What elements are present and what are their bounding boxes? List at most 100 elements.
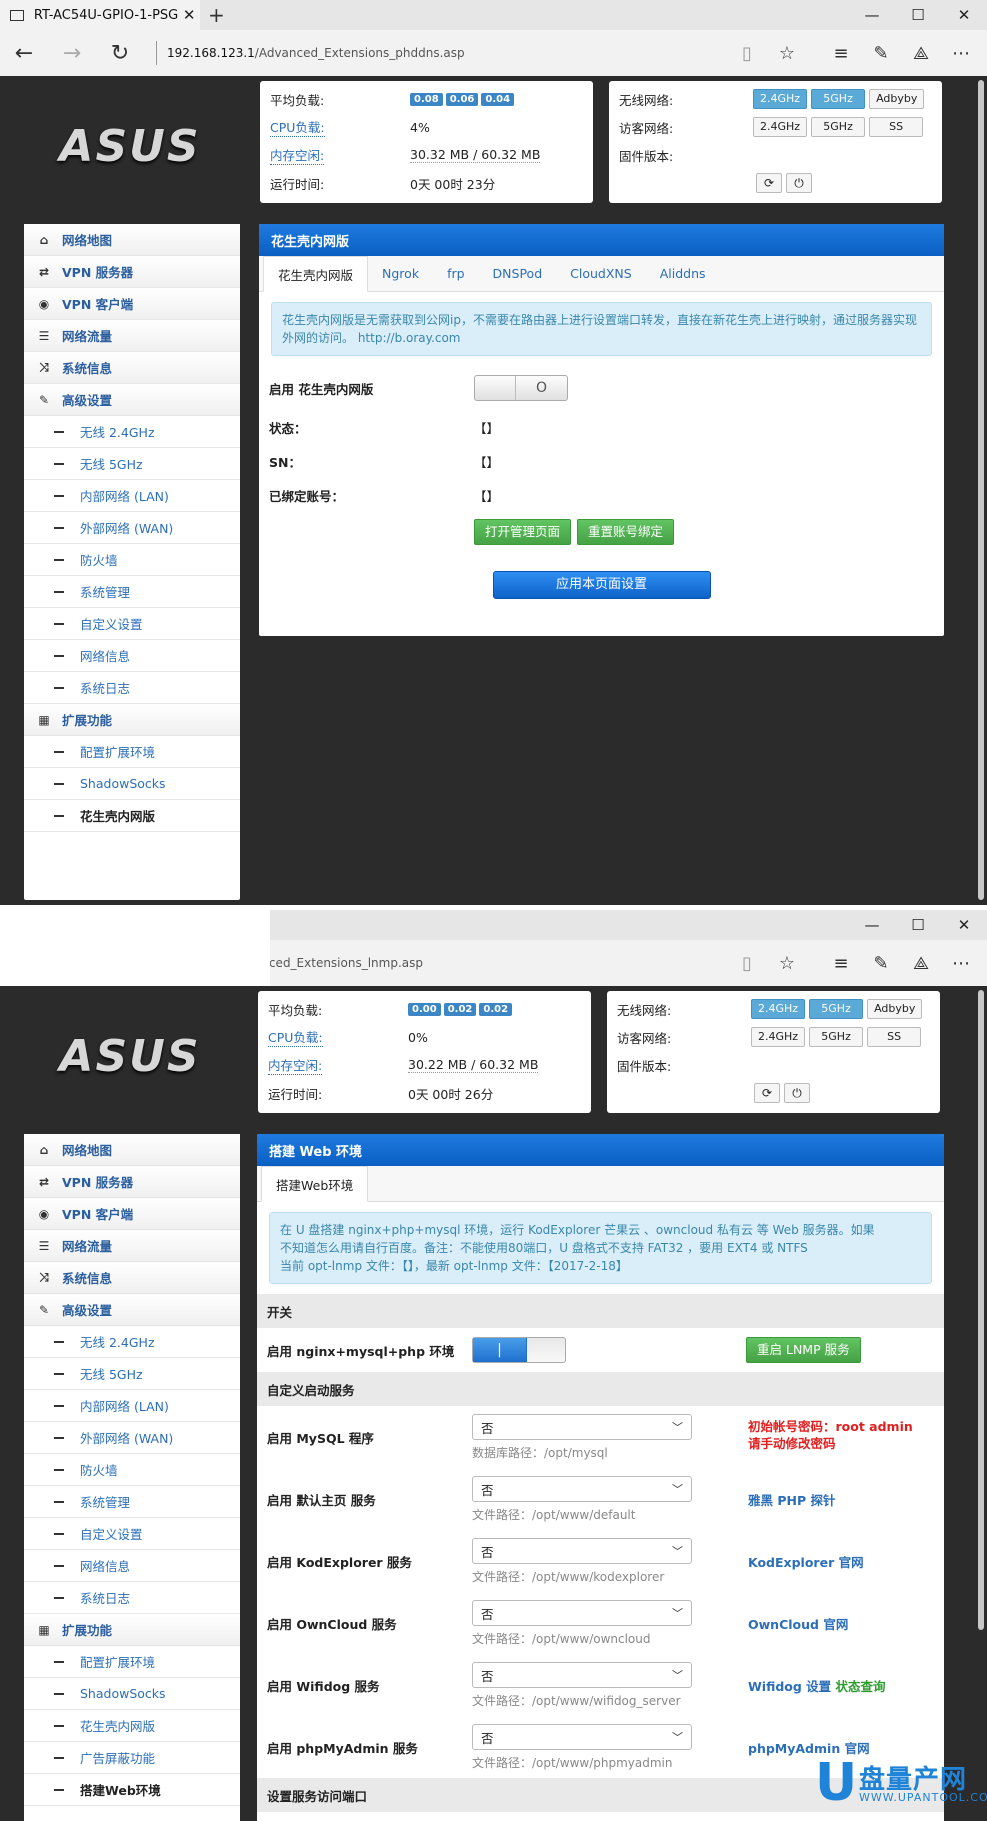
sidebar-item-vpn-client[interactable]: ◉ VPN 客户端 xyxy=(24,288,240,320)
refresh-icon[interactable]: ↻ xyxy=(96,41,144,66)
favorite-star-icon[interactable]: ☆ xyxy=(767,953,807,974)
sidebar-item-firewall[interactable]: 防火墙 xyxy=(24,544,240,576)
tab-web-env[interactable]: 搭建Web环境 xyxy=(261,1166,369,1202)
default-site-select[interactable]: 否 ﹀ xyxy=(472,1476,692,1502)
sidebar-item-phddns[interactable]: 花生壳内网版 xyxy=(24,1710,240,1742)
sidebar-item-web-env[interactable]: 搭建Web环境 xyxy=(24,1774,240,1806)
php-probe-link[interactable]: 雅黑 PHP 探针 xyxy=(748,1476,836,1509)
ss-button[interactable]: SS xyxy=(867,1027,922,1047)
hub-icon[interactable]: ≡ xyxy=(821,953,861,974)
guest-24-button[interactable]: 2.4GHz xyxy=(753,117,808,137)
wifidog-select[interactable]: 否 ﹀ xyxy=(472,1662,692,1688)
wifi-24-button[interactable]: 2.4GHz xyxy=(753,89,808,109)
power-icon[interactable]: ⏻ xyxy=(784,1083,810,1103)
enable-toggle[interactable]: O xyxy=(474,375,568,401)
maximize-icon[interactable]: ☐ xyxy=(895,910,941,940)
sidebar-item-ext-env[interactable]: 配置扩展环境 xyxy=(24,736,240,768)
sidebar-item-ext-env[interactable]: 配置扩展环境 xyxy=(24,1646,240,1678)
close-window-icon[interactable]: ✕ xyxy=(941,0,987,30)
url-field[interactable]: anced_Extensions_lnmp.asp xyxy=(254,956,423,970)
sidebar-item-system-info[interactable]: ⤨ 系统信息 xyxy=(24,352,240,384)
sidebar-item-vpn-server[interactable]: ⇄ VPN 服务器 xyxy=(24,256,240,288)
web-note-icon[interactable]: ✎ xyxy=(861,43,901,64)
more-icon[interactable]: ⋯ xyxy=(941,43,981,64)
sidebar-item-network-map[interactable]: ⌂ 网络地图 xyxy=(24,224,240,256)
tab-ngrok[interactable]: Ngrok xyxy=(368,255,433,291)
url-field[interactable]: 192.168.123.1/Advanced_Extensions_phddns… xyxy=(167,46,465,60)
scrollbar[interactable] xyxy=(973,986,987,1821)
sidebar-item-wan[interactable]: 外部网络 (WAN) xyxy=(24,1422,240,1454)
forward-icon[interactable]: → xyxy=(48,41,96,66)
wifidog-settings-link[interactable]: Wifidog 设置 xyxy=(748,1679,831,1694)
browser-tab[interactable]: RT-AC54U-GPIO-1-PSG ✕ xyxy=(0,0,200,30)
reset-binding-button[interactable]: 重置账号绑定 xyxy=(577,519,675,545)
sidebar-item-custom[interactable]: 自定义设置 xyxy=(24,608,240,640)
sidebar-item-firewall[interactable]: 防火墙 xyxy=(24,1454,240,1486)
sidebar-item-system-info[interactable]: ⤨ 系统信息 xyxy=(24,1262,240,1294)
sidebar-item-shadowsocks[interactable]: ShadowSocks xyxy=(24,1678,240,1710)
guest-5-button[interactable]: 5GHz xyxy=(809,1027,864,1047)
minimize-icon[interactable]: — xyxy=(849,0,895,30)
restart-lnmp-button[interactable]: 重启 LNMP 服务 xyxy=(746,1337,861,1363)
sidebar-item-advanced[interactable]: ✎ 高级设置 xyxy=(24,1294,240,1326)
sidebar-item-vpn-client[interactable]: ◉ VPN 客户端 xyxy=(24,1198,240,1230)
sidebar-item-wifi-24[interactable]: 无线 2.4GHz xyxy=(24,416,240,448)
sidebar-item-admin[interactable]: 系统管理 xyxy=(24,1486,240,1518)
sidebar-item-vpn-server[interactable]: ⇄ VPN 服务器 xyxy=(24,1166,240,1198)
tab-frp[interactable]: frp xyxy=(433,255,478,291)
share-icon[interactable]: ⟁ xyxy=(901,953,941,974)
cpu-link[interactable]: CPU负载: xyxy=(270,117,325,137)
tab-phddns[interactable]: 花生壳内网版 xyxy=(263,256,369,292)
reading-view-icon[interactable]: ▯ xyxy=(727,953,767,974)
wifi-5-button[interactable]: 5GHz xyxy=(809,999,864,1019)
mem-link[interactable]: 内存空闲: xyxy=(270,145,325,165)
kodexplorer-link[interactable]: KodExplorer 官网 xyxy=(748,1538,864,1571)
sidebar-item-extensions[interactable]: ▦ 扩展功能 xyxy=(24,1614,240,1646)
owncloud-select[interactable]: 否 ﹀ xyxy=(472,1600,692,1626)
share-icon[interactable]: ⟁ xyxy=(901,43,941,64)
sidebar-item-netinfo[interactable]: 网络信息 xyxy=(24,640,240,672)
close-tab-icon[interactable]: ✕ xyxy=(178,6,200,24)
mysql-select[interactable]: 否 ﹀ xyxy=(472,1414,692,1440)
guest-24-button[interactable]: 2.4GHz xyxy=(751,1027,806,1047)
cpu-link[interactable]: CPU负载: xyxy=(268,1027,323,1047)
sidebar-item-wan[interactable]: 外部网络 (WAN) xyxy=(24,512,240,544)
reboot-icon[interactable]: ⟳ xyxy=(756,173,782,193)
sidebar-item-syslog[interactable]: 系统日志 xyxy=(24,672,240,704)
lnmp-enable-toggle[interactable]: | xyxy=(472,1337,566,1363)
sidebar-item-netinfo[interactable]: 网络信息 xyxy=(24,1550,240,1582)
sidebar-item-extensions[interactable]: ▦ 扩展功能 xyxy=(24,704,240,736)
sidebar-item-wifi-24[interactable]: 无线 2.4GHz xyxy=(24,1326,240,1358)
sidebar-item-network-map[interactable]: ⌂ 网络地图 xyxy=(24,1134,240,1166)
favorite-star-icon[interactable]: ☆ xyxy=(767,43,807,64)
wifi-24-button[interactable]: 2.4GHz xyxy=(751,999,806,1019)
sidebar-item-lan[interactable]: 内部网络 (LAN) xyxy=(24,1390,240,1422)
reading-view-icon[interactable]: ▯ xyxy=(727,43,767,64)
adbyby-button[interactable]: Adbyby xyxy=(867,999,923,1019)
owncloud-link[interactable]: OwnCloud 官网 xyxy=(748,1600,848,1633)
guest-5-button[interactable]: 5GHz xyxy=(811,117,866,137)
sidebar-item-wifi-5[interactable]: 无线 5GHz xyxy=(24,448,240,480)
sidebar-item-phddns[interactable]: 花生壳内网版 xyxy=(24,800,240,832)
minimize-icon[interactable]: — xyxy=(849,910,895,940)
sidebar-item-adblock[interactable]: 广告屏蔽功能 xyxy=(24,1742,240,1774)
close-window-icon[interactable]: ✕ xyxy=(941,910,987,940)
back-icon[interactable]: ← xyxy=(0,41,48,66)
new-tab-icon[interactable]: + xyxy=(208,3,225,27)
more-icon[interactable]: ⋯ xyxy=(941,953,981,974)
sidebar-item-advanced[interactable]: ✎ 高级设置 xyxy=(24,384,240,416)
sidebar-item-traffic[interactable]: ☰ 网络流量 xyxy=(24,1230,240,1262)
sidebar-item-custom[interactable]: 自定义设置 xyxy=(24,1518,240,1550)
hub-icon[interactable]: ≡ xyxy=(821,43,861,64)
power-icon[interactable]: ⏻ xyxy=(786,173,812,193)
tab-aliddns[interactable]: Aliddns xyxy=(646,255,720,291)
sidebar-item-syslog[interactable]: 系统日志 xyxy=(24,1582,240,1614)
web-note-icon[interactable]: ✎ xyxy=(861,953,901,974)
tab-cloudxns[interactable]: CloudXNS xyxy=(556,255,646,291)
ss-button[interactable]: SS xyxy=(869,117,924,137)
sidebar-item-admin[interactable]: 系统管理 xyxy=(24,576,240,608)
open-admin-button[interactable]: 打开管理页面 xyxy=(474,519,572,545)
sidebar-item-wifi-5[interactable]: 无线 5GHz xyxy=(24,1358,240,1390)
sidebar-item-traffic[interactable]: ☰ 网络流量 xyxy=(24,320,240,352)
apply-button[interactable]: 应用本页面设置 xyxy=(492,571,711,599)
